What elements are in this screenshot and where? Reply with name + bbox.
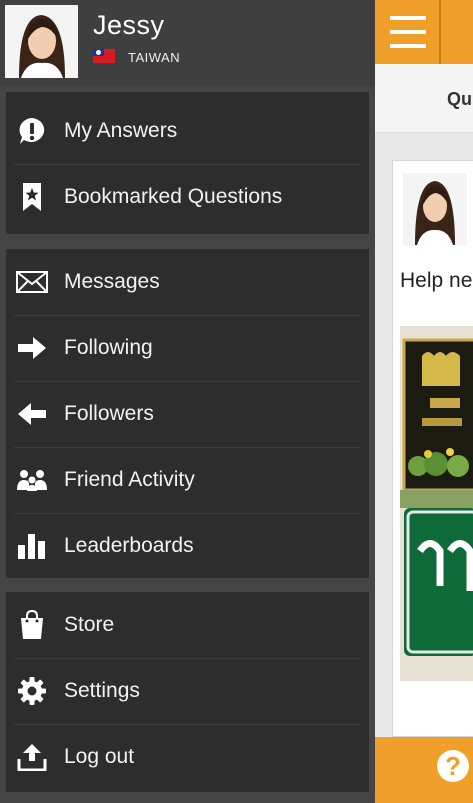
people-icon <box>15 463 49 497</box>
question-text: Help ne <box>400 269 473 292</box>
menu-item-settings[interactable]: Settings <box>6 658 369 724</box>
menu-label: My Answers <box>64 119 178 142</box>
menu-item-messages[interactable]: Messages <box>6 249 369 315</box>
help-icon[interactable]: ? <box>437 750 469 782</box>
hamburger-bar <box>390 44 426 48</box>
menu-item-friend-activity[interactable]: Friend Activity <box>6 447 369 513</box>
menu-label: Leaderboards <box>64 534 194 557</box>
menu-item-log-out[interactable]: Log out <box>6 724 369 790</box>
upload-icon <box>15 740 49 774</box>
user-photo <box>5 5 78 78</box>
exclamation-bubble-icon <box>15 114 49 148</box>
menu-item-my-answers[interactable]: My Answers <box>6 98 369 164</box>
arrow-right-icon <box>15 331 49 365</box>
menu-group-account: Store Settings Log out <box>6 592 369 792</box>
bar-chart-icon <box>15 529 49 563</box>
bottom-bar: ? <box>375 737 473 803</box>
avatar[interactable] <box>403 173 467 245</box>
menu-item-following[interactable]: Following <box>6 315 369 381</box>
arrow-left-icon <box>15 397 49 431</box>
menu-label: Settings <box>64 679 140 702</box>
avatar[interactable] <box>5 5 78 78</box>
menu-group-social: Messages Following Followers Friend Acti… <box>6 249 369 578</box>
menu-label: Following <box>64 336 153 359</box>
menu-group-answers: My Answers Bookmarked Questions <box>6 92 369 234</box>
envelope-icon <box>15 265 49 299</box>
question-photo[interactable] <box>400 326 473 681</box>
menu-item-followers[interactable]: Followers <box>6 381 369 447</box>
menu-label: Followers <box>64 402 154 425</box>
menu-item-leaderboards[interactable]: Leaderboards <box>6 513 369 579</box>
menu-item-bookmarked-questions[interactable]: Bookmarked Questions <box>6 164 369 230</box>
navigation-drawer: Jessy TAIWAN My Answers Bookmarked Quest… <box>0 0 375 803</box>
shopping-bag-icon <box>15 608 49 642</box>
taiwan-flag-icon <box>93 49 115 63</box>
top-app-bar <box>375 0 473 64</box>
hamburger-bar <box>390 30 426 34</box>
bookmark-icon <box>15 180 49 214</box>
tab-questions[interactable]: Qu <box>447 89 472 110</box>
menu-label: Friend Activity <box>64 468 195 491</box>
menu-label: Log out <box>64 745 135 768</box>
menu-label: Store <box>64 613 115 636</box>
menu-label: Bookmarked Questions <box>64 185 283 208</box>
menu-item-store[interactable]: Store <box>6 592 369 658</box>
user-country: TAIWAN <box>128 50 181 65</box>
gear-icon <box>15 674 49 708</box>
menu-button[interactable] <box>375 0 441 64</box>
main-content: Qu Help ne ? <box>375 0 473 803</box>
profile-header[interactable]: Jessy TAIWAN <box>0 0 375 86</box>
question-card[interactable]: Help ne <box>392 160 473 737</box>
menu-label: Messages <box>64 270 160 293</box>
hamburger-bar <box>390 16 426 20</box>
user-name: Jessy <box>93 10 165 40</box>
